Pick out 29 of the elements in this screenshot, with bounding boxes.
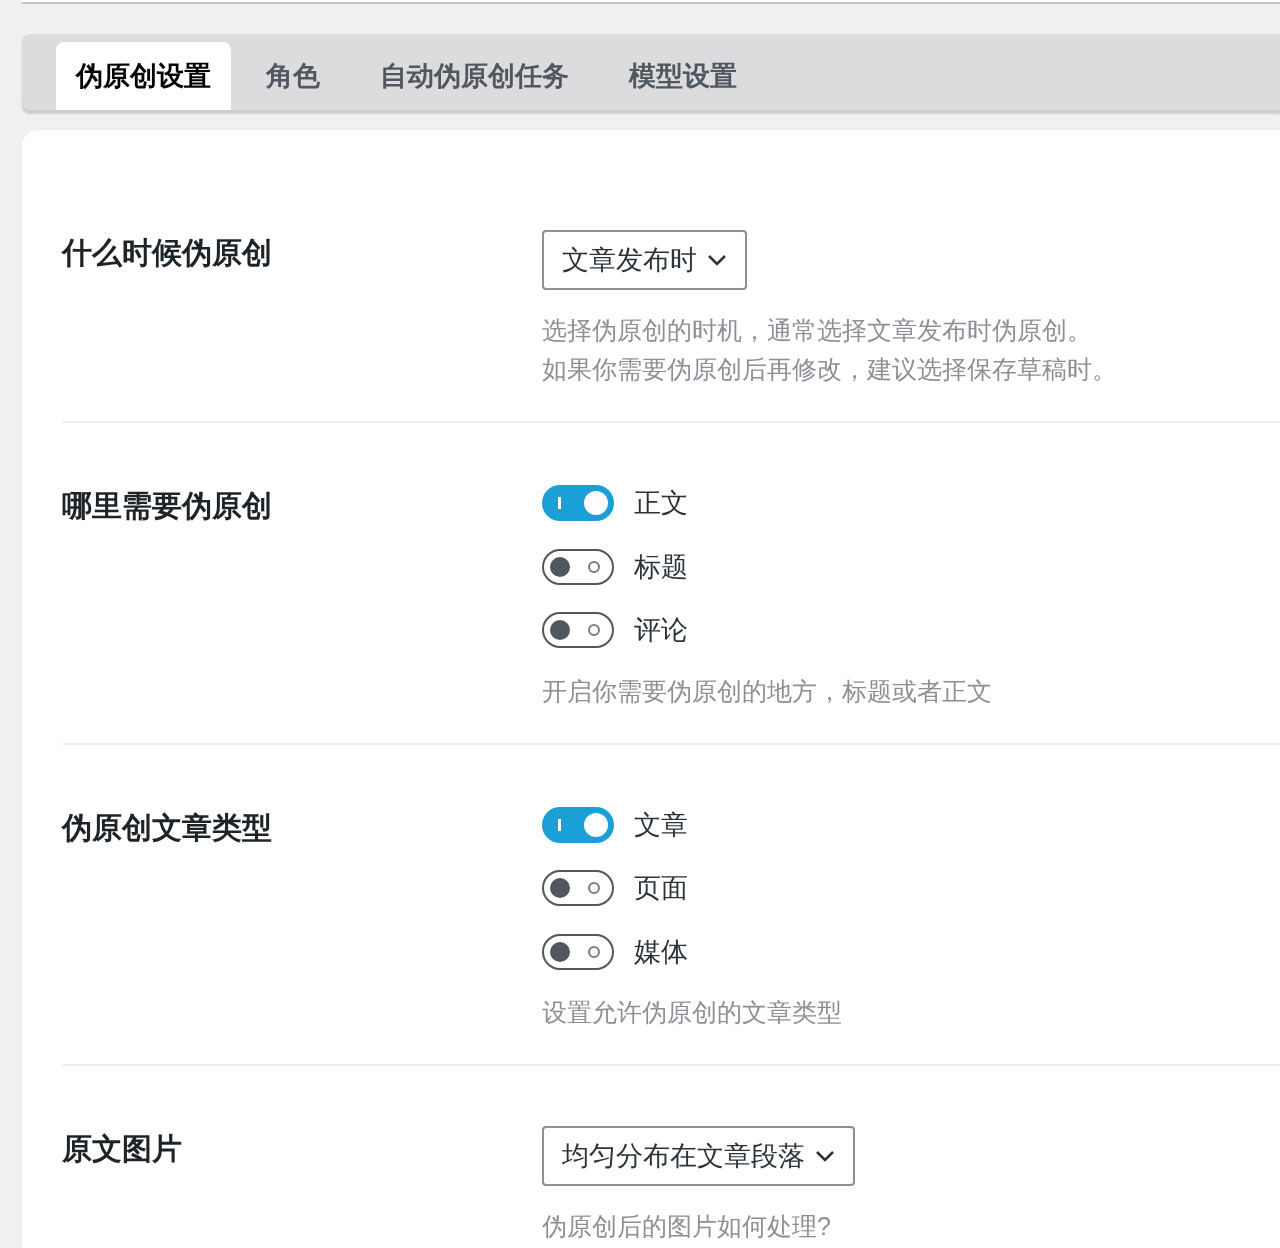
setting-label: 原文图片 (62, 1131, 182, 1167)
setting-label: 什么时候伪原创 (62, 235, 272, 271)
tab[interactable]: 自动伪原创任务 (355, 42, 594, 110)
chevron-down-icon (815, 1150, 835, 1162)
toggle-label: 页面 (634, 872, 688, 905)
help-text: 选择伪原创的时机，通常选择文章发布时伪原创。 (542, 315, 1093, 346)
toggle-label: 标题 (634, 550, 688, 584)
tab[interactable]: 模型设置 (604, 42, 762, 110)
chevron-down-icon (707, 254, 727, 266)
setting-label: 伪原创文章类型 (62, 809, 272, 846)
toggle-switch[interactable] (542, 933, 614, 970)
help-text: 设置允许伪原创的文章类型 (542, 997, 842, 1028)
toggle-label: 正文 (634, 487, 688, 520)
toggle-label: 文章 (634, 808, 688, 842)
setting-label: 哪里需要伪原创 (62, 488, 272, 524)
toggle-switch[interactable] (542, 612, 614, 649)
help-text: 如果你需要伪原创后再修改，建议选择保存草稿时。 (542, 354, 1117, 385)
toggle-switch[interactable] (542, 485, 614, 522)
select-dropdown[interactable]: 均匀分布在文章段落 (542, 1126, 855, 1186)
toggle-switch[interactable] (542, 548, 614, 585)
toggle-switch[interactable] (542, 870, 614, 907)
toggle-label: 评论 (634, 614, 688, 647)
help-text: 伪原创后的图片如何处理? (542, 1211, 832, 1242)
toggle-switch[interactable] (542, 806, 614, 843)
toggle-label: 媒体 (634, 935, 688, 969)
tab[interactable]: 伪原创设置 (56, 42, 231, 110)
select-dropdown[interactable]: 文章发布时 (542, 230, 747, 290)
help-text: 开启你需要伪原创的地方，标题或者正文 (542, 675, 992, 707)
tab[interactable]: 角色 (241, 42, 345, 110)
